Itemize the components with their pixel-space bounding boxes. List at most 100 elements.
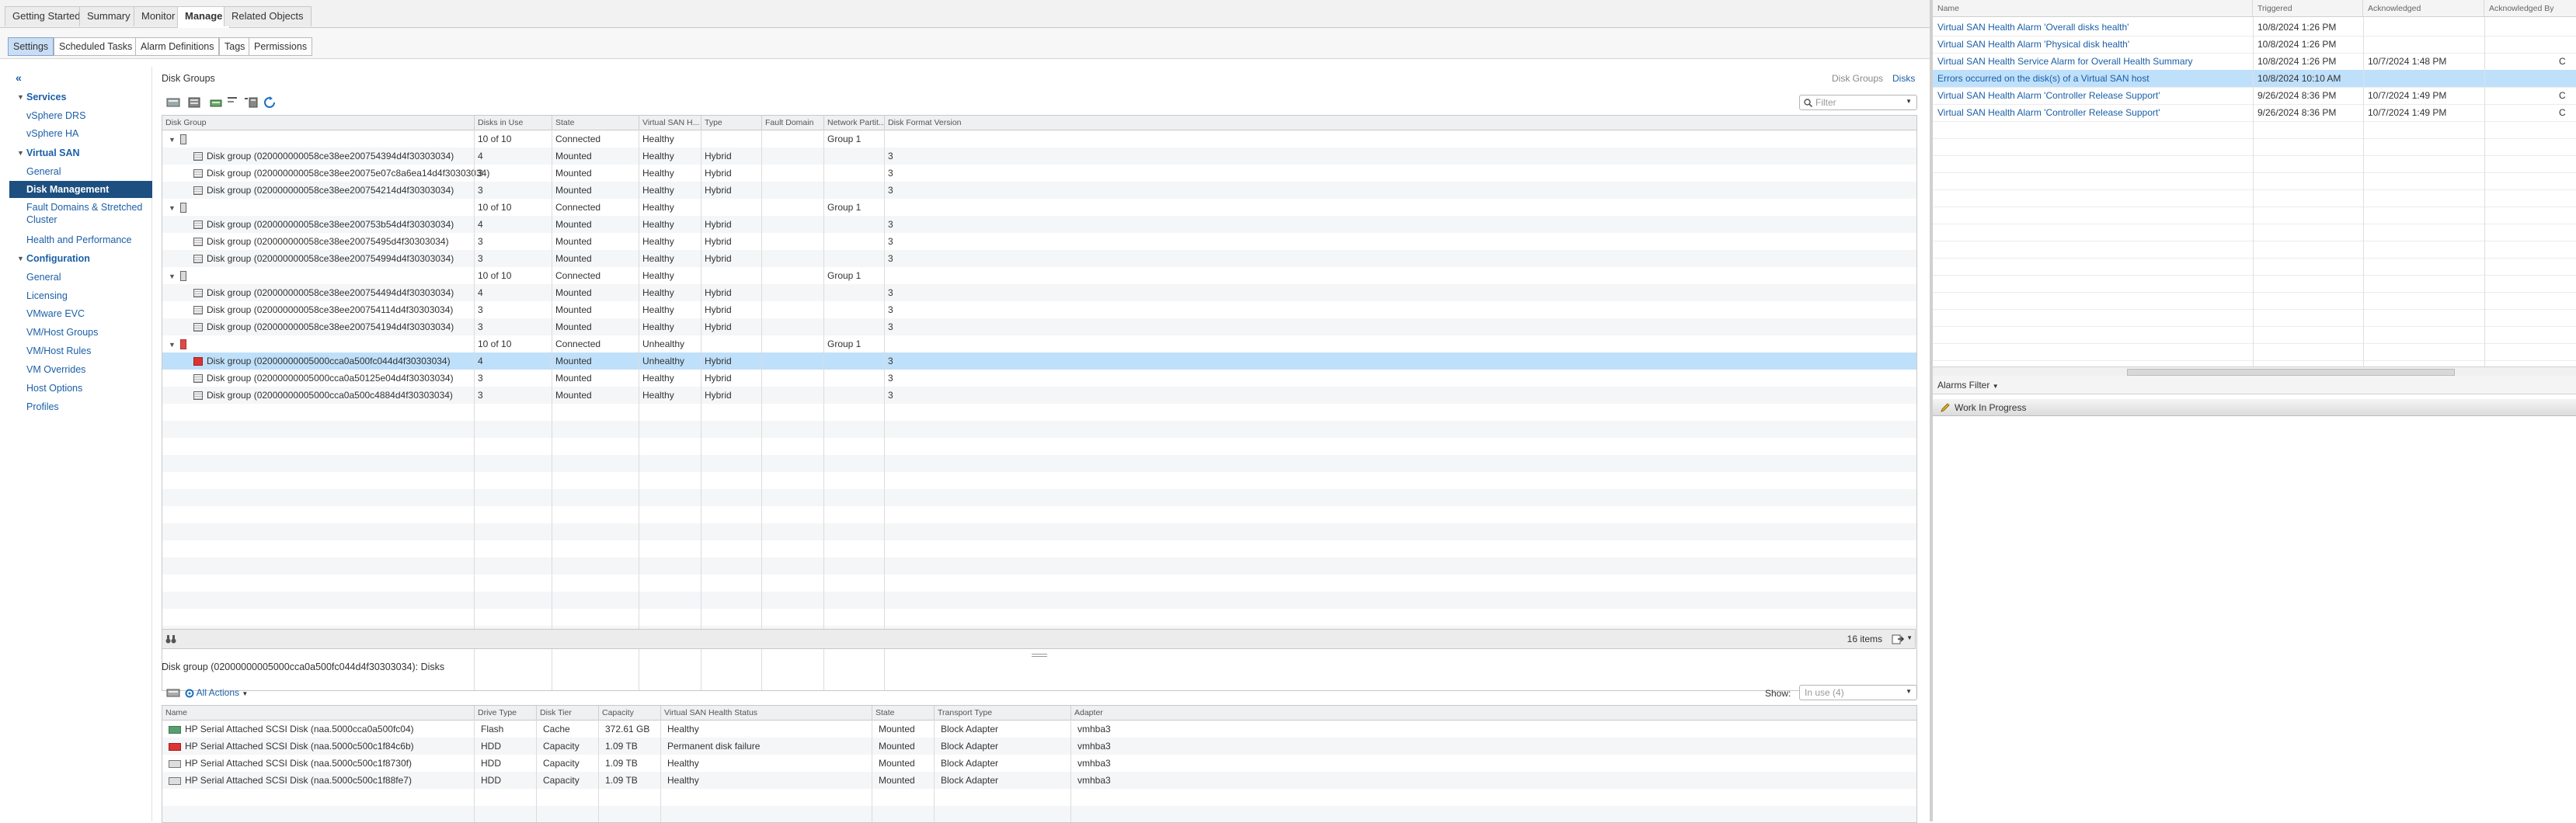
col-type[interactable]: Type (701, 116, 762, 130)
col-capacity[interactable]: Capacity (599, 706, 661, 720)
table-row[interactable]: HP Serial Attached SCSI Disk (naa.5000cc… (162, 721, 1916, 738)
refresh-icon[interactable] (263, 96, 277, 109)
pane-splitter[interactable] (1032, 654, 1047, 657)
show-select[interactable]: In use (4) ▼ (1799, 685, 1917, 700)
claim-disks-icon[interactable] (166, 96, 180, 109)
nav-section-configuration[interactable]: ▼ Configuration (9, 250, 152, 267)
tab-related-objects[interactable]: Related Objects (224, 6, 312, 26)
export-icon[interactable] (1892, 634, 1904, 644)
col-adapter[interactable]: Adapter (1071, 706, 1916, 720)
chevron-down-icon[interactable]: ▼ (1906, 688, 1912, 695)
subtab-tags[interactable]: Tags (219, 37, 251, 56)
alarms-horizontal-scrollbar[interactable] (1933, 366, 2576, 376)
collapse-nav-icon[interactable]: « (16, 71, 22, 84)
expand-toggle-icon[interactable]: ▼ (169, 131, 176, 148)
alarm-name[interactable]: Virtual SAN Health Alarm 'Overall disks … (1933, 19, 2129, 36)
table-row[interactable]: Disk group (020000000058ce38ee200754194d… (162, 318, 1916, 335)
nav-section-services[interactable]: ▼ Services (9, 89, 152, 106)
nav-item-vmware-evc[interactable]: VMware EVC (9, 305, 152, 322)
create-disk-group-icon[interactable] (188, 96, 202, 109)
tab-getting-started[interactable]: Getting Started (5, 6, 89, 26)
col-acknowledged-by[interactable]: Acknowledged By (2484, 0, 2576, 16)
table-row[interactable]: Disk group (020000000058ce38ee200753b54d… (162, 216, 1916, 233)
tab-manage[interactable]: Manage (177, 6, 231, 28)
col-disk-format-version[interactable]: Disk Format Version (885, 116, 1916, 130)
subtab-scheduled-tasks[interactable]: Scheduled Tasks (54, 37, 138, 56)
col-transport-type[interactable]: Transport Type (935, 706, 1071, 720)
nav-item-vm-overrides[interactable]: VM Overrides (9, 361, 152, 378)
add-disk-icon[interactable] (210, 96, 224, 109)
table-row[interactable]: Disk group (02000000005000cca0a500c4884d… (162, 387, 1916, 404)
expand-toggle-icon[interactable]: ▼ (169, 200, 176, 216)
tab-summary[interactable]: Summary (79, 6, 138, 26)
disk-list-icon[interactable] (244, 96, 258, 109)
table-row[interactable]: Disk group (020000000058ce38ee200754394d… (162, 148, 1916, 165)
table-row[interactable]: ▼ 10 of 10 Connected Unhealthy Group 1 (162, 335, 1916, 352)
nav-item-host-options[interactable]: Host Options (9, 380, 152, 397)
nav-item-licensing[interactable]: Licensing (9, 287, 152, 304)
table-row[interactable]: Disk group (02000000005000cca0a50125e04d… (162, 370, 1916, 387)
alarm-row[interactable]: Virtual SAN Health Alarm 'Controller Rel… (1933, 87, 2576, 105)
tab-monitor[interactable]: Monitor (134, 6, 183, 26)
col-alarm-name[interactable]: Name (1933, 0, 2253, 16)
alarm-name[interactable]: Virtual SAN Health Service Alarm for Ove… (1933, 53, 2193, 70)
col-state[interactable]: State (552, 116, 639, 130)
col-fault-domain[interactable]: Fault Domain (762, 116, 824, 130)
nav-item-config-general[interactable]: General (9, 269, 152, 286)
subtab-settings[interactable]: Settings (8, 37, 54, 56)
alarm-row[interactable]: Virtual SAN Health Service Alarm for Ove… (1933, 53, 2576, 71)
table-row[interactable]: Disk group (020000000058ce38ee20075e07c8… (162, 165, 1916, 182)
col-triggered[interactable]: Triggered (2253, 0, 2363, 16)
col-name[interactable]: Name (162, 706, 475, 720)
remove-disk-icon[interactable] (227, 96, 241, 109)
alarm-row[interactable]: Virtual SAN Health Alarm 'Physical disk … (1933, 36, 2576, 54)
col-vsan-health-status[interactable]: Virtual SAN Health Status (661, 706, 872, 720)
disk-action-icon[interactable] (166, 686, 180, 699)
col-network-partition[interactable]: Network Partit... (824, 116, 885, 130)
nav-item-vsphere-ha[interactable]: vSphere HA (9, 125, 152, 142)
nav-item-health-performance[interactable]: Health and Performance (9, 231, 152, 248)
subtab-permissions[interactable]: Permissions (249, 37, 313, 56)
alarms-filter-button[interactable]: Alarms Filter ▼ (1937, 380, 1999, 391)
work-in-progress-header[interactable]: Work In Progress (1933, 399, 2576, 416)
nav-item-fault-domains[interactable]: Fault Domains & Stretched Cluster (9, 199, 152, 230)
all-actions-menu[interactable]: All Actions ▼ (185, 685, 248, 700)
expand-toggle-icon[interactable]: ▼ (169, 268, 176, 284)
view-disks-link[interactable]: Disks (1892, 73, 1915, 84)
col-disk-state[interactable]: State (872, 706, 935, 720)
table-row[interactable]: HP Serial Attached SCSI Disk (naa.5000c5… (162, 738, 1916, 755)
table-row[interactable]: ▼ 10 of 10 Connected Healthy Group 1 (162, 130, 1916, 148)
col-disk-group[interactable]: Disk Group (162, 116, 475, 130)
alarm-row[interactable]: Virtual SAN Health Alarm 'Overall disks … (1933, 19, 2576, 36)
view-disk-groups-link[interactable]: Disk Groups (1832, 73, 1883, 84)
expand-toggle-icon[interactable]: ▼ (169, 336, 176, 352)
table-row[interactable]: Disk group (020000000058ce38ee200754494d… (162, 284, 1916, 301)
alarm-name[interactable]: Virtual SAN Health Alarm 'Physical disk … (1933, 36, 2129, 53)
alarm-row[interactable]: Virtual SAN Health Alarm 'Controller Rel… (1933, 104, 2576, 122)
table-row[interactable]: Disk group (020000000058ce38ee200754214d… (162, 182, 1916, 199)
nav-item-profiles[interactable]: Profiles (9, 398, 152, 415)
disk-groups-filter[interactable]: Filter ▼ (1799, 95, 1917, 110)
col-disk-tier[interactable]: Disk Tier (537, 706, 599, 720)
alarm-name[interactable]: Virtual SAN Health Alarm 'Controller Rel… (1933, 104, 2160, 121)
table-row[interactable]: HP Serial Attached SCSI Disk (naa.5000c5… (162, 755, 1916, 772)
subtab-alarm-definitions[interactable]: Alarm Definitions (135, 37, 220, 56)
alarm-row[interactable]: Errors occurred on the disk(s) of a Virt… (1933, 70, 2576, 88)
col-vsan-health[interactable]: Virtual SAN H... (639, 116, 701, 130)
col-acknowledged[interactable]: Acknowledged (2363, 0, 2484, 16)
col-disks-in-use[interactable]: Disks in Use (475, 116, 552, 130)
nav-section-virtual-san[interactable]: ▼ Virtual SAN (9, 144, 152, 161)
chevron-down-icon[interactable]: ▼ (1906, 98, 1912, 105)
table-row[interactable]: ▼ 10 of 10 Connected Healthy Group 1 (162, 267, 1916, 284)
table-row[interactable]: Disk group (020000000058ce38ee200754994d… (162, 250, 1916, 267)
chevron-down-icon[interactable]: ▼ (1906, 634, 1913, 641)
binoculars-icon[interactable] (165, 634, 176, 644)
table-row[interactable]: Disk group (020000000058ce38ee200754114d… (162, 301, 1916, 318)
nav-item-vsphere-drs[interactable]: vSphere DRS (9, 107, 152, 124)
table-row[interactable]: Disk group (020000000058ce38ee20075495d4… (162, 233, 1916, 250)
scrollbar-thumb[interactable] (2127, 369, 2455, 376)
table-row[interactable]: HP Serial Attached SCSI Disk (naa.5000c5… (162, 772, 1916, 789)
nav-item-disk-management[interactable]: Disk Management (9, 181, 152, 198)
nav-item-vsan-general[interactable]: General (9, 163, 152, 180)
table-row[interactable]: Disk group (02000000005000cca0a500fc044d… (162, 352, 1916, 370)
